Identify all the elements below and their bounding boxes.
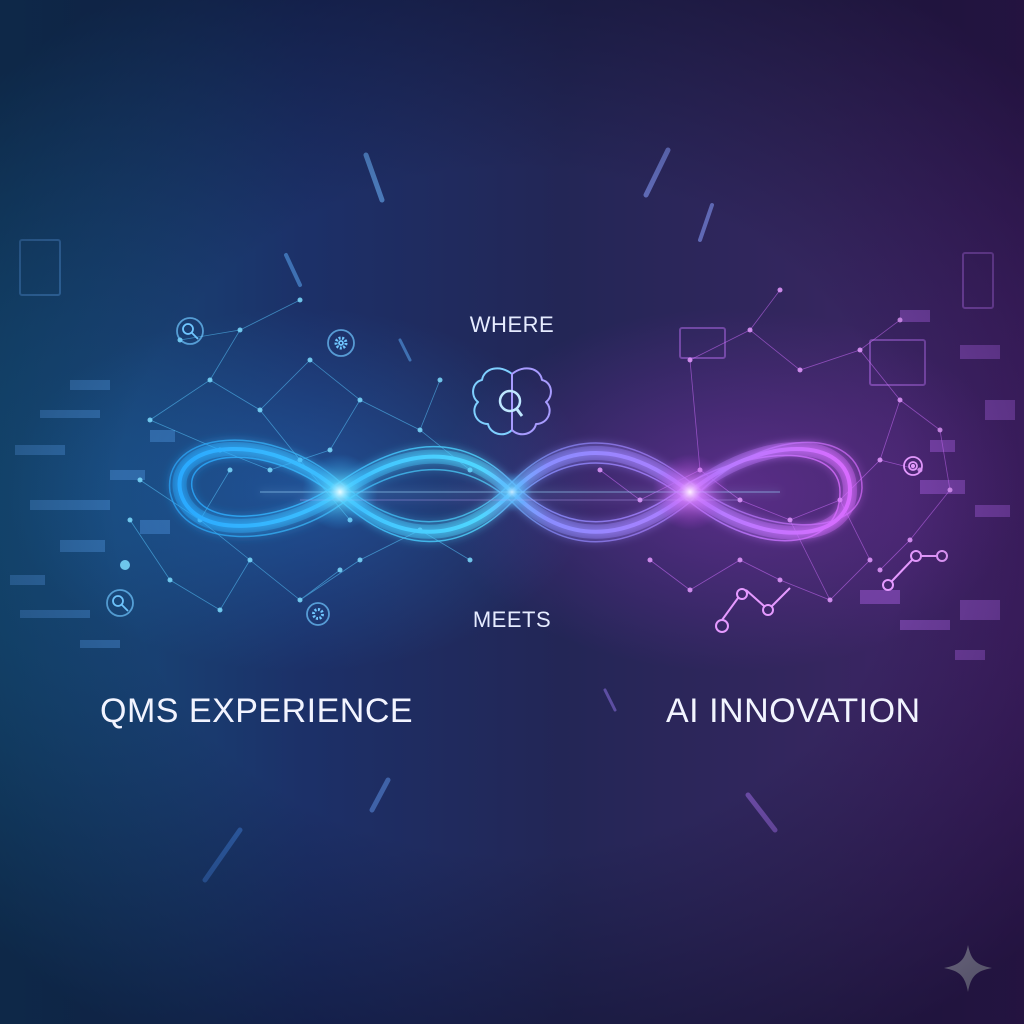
target-icon <box>903 456 923 476</box>
right-light-flare <box>652 454 728 530</box>
sparkle-star-icon <box>944 945 992 992</box>
poster: WHERE MEETS QMS EXPERIENCE AI INNOVATION <box>0 0 1024 1024</box>
qms-experience-label: QMS EXPERIENCE <box>100 692 414 730</box>
network-artwork <box>10 147 1015 992</box>
brain-with-magnifier-icon <box>472 367 552 436</box>
center-light-flare <box>492 472 532 512</box>
meets-word: MEETS <box>472 607 552 632</box>
where-word: WHERE <box>469 312 555 337</box>
ai-innovation-label: AI INNOVATION <box>666 692 921 730</box>
left-data-panels <box>10 239 175 648</box>
left-light-flare <box>302 454 378 530</box>
